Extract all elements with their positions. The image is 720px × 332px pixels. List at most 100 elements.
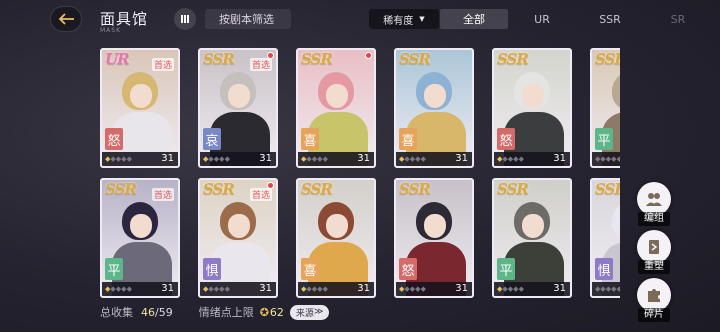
portrait-face [522, 84, 544, 108]
sort-label: 稀有度 [383, 15, 414, 27]
card-footer: ◆◆◆◆◆ [592, 152, 620, 166]
rarity-tabs: 全部 UR SSR SR [440, 9, 712, 29]
emotion-tag: 喜 [301, 128, 319, 150]
back-button[interactable] [50, 6, 82, 32]
mask-card[interactable]: SSR 首选惧 ◆◆◆◆◆ 31 [198, 178, 278, 298]
mask-card[interactable]: SSR 首选平 ◆◆◆◆◆ 31 [100, 178, 180, 298]
emotion-tag: 怒 [497, 128, 515, 150]
preferred-tag: 首选 [249, 188, 272, 201]
card-footer: ◆◆◆◆◆ [592, 282, 620, 296]
script-filter-button[interactable]: 按剧本筛选 [205, 9, 291, 29]
mask-card[interactable]: SSR 平 ◆◆◆◆◆ 31 [492, 178, 572, 298]
fragments-button[interactable]: 碎片 [630, 278, 678, 326]
star-icon: ✪ [259, 305, 269, 319]
source-label: 来源 [295, 308, 314, 319]
portrait-face [424, 214, 446, 238]
reshape-button[interactable]: 重塑 [630, 230, 678, 278]
script-filter-label: 按剧本筛选 [219, 13, 274, 26]
portrait-face [228, 214, 250, 238]
puzzle-icon-circle [637, 278, 671, 312]
mask-card[interactable]: SSR 怒 ◆◆◆◆◆ 31 [492, 48, 572, 168]
emotion-tag: 喜 [399, 128, 417, 150]
reshape-icon [649, 240, 659, 254]
collected-count: 46 [141, 305, 155, 319]
mask-card[interactable]: SSR 惧 ◆◆◆◆◆ [590, 178, 620, 298]
mask-card[interactable]: UR 首选怒 ◆◆◆◆◆ 31 [100, 48, 180, 168]
card-footer: ◆◆◆◆◆ 31 [102, 282, 178, 296]
tab-ssr[interactable]: SSR [576, 9, 644, 29]
total-count: /59 [155, 305, 173, 319]
emotion-tag: 平 [595, 128, 613, 150]
card-level: 31 [553, 153, 566, 164]
star-icon: ◆ [420, 285, 426, 293]
star-rating: ◆◆◆◆◆ [595, 155, 620, 163]
filter-bars-icon [181, 15, 189, 23]
rarity-badge: SSR [301, 50, 333, 68]
emotion-tag: 怒 [105, 128, 123, 150]
star-rating: ◆◆◆◆◆ [301, 155, 328, 163]
reshape-label: 重塑 [638, 260, 670, 274]
star-icon: ◆ [322, 285, 328, 293]
mask-card[interactable]: SSR 喜 ◆◆◆◆◆ 31 [296, 48, 376, 168]
rarity-sort-dropdown[interactable]: 稀有度 ▼ [369, 9, 439, 29]
puzzle-icon [648, 289, 660, 302]
star-rating: ◆◆◆◆◆ [301, 285, 328, 293]
star-icon: ◆ [224, 155, 230, 163]
star-icon: ◆ [126, 155, 132, 163]
star-rating: ◆◆◆◆◆ [497, 155, 524, 163]
emotion-cap-label: 情绪点上限 [198, 306, 254, 319]
card-level: 31 [357, 283, 370, 294]
portrait-face [424, 84, 446, 108]
group-icon-circle [637, 182, 671, 216]
emotion-tag: 哀 [203, 128, 221, 150]
star-icon: ◆ [224, 285, 230, 293]
portrait-hair [612, 72, 620, 110]
card-level: 31 [553, 283, 566, 294]
mask-card[interactable]: SSR 喜 ◆◆◆◆◆ 31 [296, 178, 376, 298]
mask-card[interactable]: SSR 喜 ◆◆◆◆◆ 31 [394, 48, 474, 168]
notification-dot [365, 52, 372, 59]
portrait-face [522, 214, 544, 238]
back-arrow-icon [58, 13, 74, 25]
rarity-badge: SSR [203, 180, 235, 198]
star-rating: ◆◆◆◆◆ [595, 285, 620, 293]
rarity-badge: UR [105, 50, 130, 68]
fragments-label: 碎片 [638, 308, 670, 322]
star-icon: ◆ [126, 285, 132, 293]
emotion-tag: 喜 [301, 258, 319, 280]
card-footer: ◆◆◆◆◆ 31 [494, 152, 570, 166]
notification-dot [267, 182, 274, 189]
reshape-icon-circle [637, 230, 671, 264]
card-level: 31 [161, 283, 174, 294]
rarity-badge: SSR [301, 180, 333, 198]
mask-card[interactable]: SSR 首选哀 ◆◆◆◆◆ 31 [198, 48, 278, 168]
tab-ur[interactable]: UR [508, 9, 576, 29]
card-footer: ◆◆◆◆◆ 31 [200, 152, 276, 166]
star-icon: ◆ [518, 155, 524, 163]
rarity-badge: SSR [399, 180, 431, 198]
star-rating: ◆◆◆◆◆ [497, 285, 524, 293]
group-button[interactable]: 编组 [630, 182, 678, 230]
mask-card[interactable]: SSR 怒 ◆◆◆◆◆ 31 [394, 178, 474, 298]
group-label: 编组 [638, 212, 670, 226]
source-button[interactable]: 来源 ≫ [289, 304, 330, 320]
card-footer: ◆◆◆◆◆ 31 [298, 152, 374, 166]
card-level: 31 [161, 153, 174, 164]
card-footer: ◆◆◆◆◆ 31 [396, 152, 472, 166]
page-title-block: 面具馆 MASK [100, 8, 148, 34]
emotion-tag: 惧 [203, 258, 221, 280]
star-rating: ◆◆◆◆◆ [105, 155, 132, 163]
tab-sr[interactable]: SR [644, 9, 712, 29]
filter-toggle-button[interactable] [174, 8, 196, 30]
emotion-tag: 怒 [399, 258, 417, 280]
portrait-face [130, 214, 152, 238]
rarity-badge: SSR [399, 50, 431, 68]
portrait-face [228, 84, 250, 108]
emotion-cap-value: 62 [269, 305, 284, 319]
card-level: 31 [455, 153, 468, 164]
star-rating: ◆◆◆◆◆ [399, 285, 426, 293]
tab-all[interactable]: 全部 [440, 9, 508, 29]
emotion-tag: 平 [105, 258, 123, 280]
portrait-face [326, 214, 348, 238]
mask-card[interactable]: SSR 平 ◆◆◆◆◆ [590, 48, 620, 168]
